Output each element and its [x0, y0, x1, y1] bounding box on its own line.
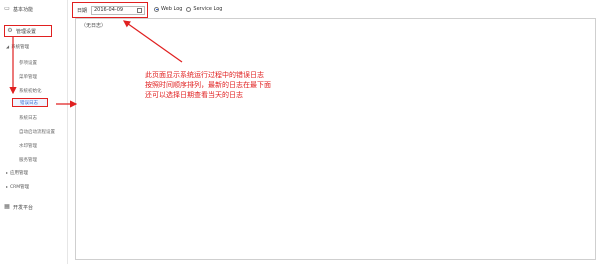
caret-down-icon: ◢: [6, 44, 10, 49]
sidebar-item-system-log[interactable]: 系统日志: [19, 113, 37, 122]
date-value: 2016-04-09: [94, 7, 124, 13]
annotation-text: 此页面显示系统运行过程中的错误日志 按照时间顺序排列，最新的日志在最下面 还可以…: [145, 70, 271, 100]
sidebar-item-label: 系统日志: [19, 115, 37, 121]
sidebar-section-basic[interactable]: ▭ 基本功能: [4, 3, 33, 15]
sidebar-item-auto-flow[interactable]: 自动启动流程设置: [19, 127, 55, 136]
sidebar-item-label: 错误日志: [20, 100, 38, 106]
grid-icon: ▦: [4, 203, 10, 210]
caret-right-icon: ▸: [6, 184, 9, 189]
sidebar-item-label: 菜单管理: [19, 74, 37, 80]
sidebar-group-label: CRM管理: [10, 184, 30, 190]
annotation-line: 按照时间顺序排列，最新的日志在最下面: [145, 81, 271, 89]
home-icon: ▭: [4, 5, 10, 12]
sidebar-group-label: 系统管理: [11, 44, 30, 50]
gear-icon: ⚙: [7, 27, 13, 34]
sidebar-section-manage[interactable]: ⚙ 管理设置: [4, 25, 52, 37]
web-log-radio[interactable]: [154, 6, 159, 12]
sidebar-group-crm[interactable]: ▸ CRM管理: [6, 182, 29, 191]
service-log-label[interactable]: Service Log: [193, 6, 222, 12]
sidebar-item-label: 自动启动流程设置: [19, 129, 55, 135]
sidebar-item-service[interactable]: 服务管理: [19, 155, 37, 164]
sidebar-section-dev[interactable]: ▦ 开发平台: [4, 201, 33, 213]
sidebar-item-error-log[interactable]: 错误日志: [12, 98, 48, 107]
sidebar-group-label: 应用管理: [10, 170, 29, 176]
sidebar: ▭ 基本功能 ⚙ 管理设置 ◢ 系统管理 参项设置 菜单管理 系统初始化 错误日…: [0, 0, 68, 264]
log-type-radio-group: Web Log Service Log: [154, 6, 226, 12]
sidebar-section-label: 管理设置: [16, 28, 37, 35]
date-input[interactable]: 2016-04-09: [91, 6, 145, 15]
log-panel[interactable]: （无日志）: [75, 18, 596, 260]
sidebar-item-menu[interactable]: 菜单管理: [19, 72, 37, 81]
empty-log-text: （无日志）: [81, 23, 107, 29]
service-log-radio[interactable]: [186, 6, 192, 12]
sidebar-item-label: 系统初始化: [19, 88, 42, 94]
sidebar-item-watermark[interactable]: 水印管理: [19, 141, 37, 150]
sidebar-item-init[interactable]: 系统初始化: [19, 86, 42, 95]
date-filter: 日期 2016-04-09: [72, 2, 148, 18]
sidebar-item-label: 水印管理: [19, 143, 37, 149]
web-log-label[interactable]: Web Log: [161, 6, 182, 12]
sidebar-item-label: 服务管理: [19, 157, 37, 163]
date-label: 日期: [77, 8, 88, 14]
sidebar-section-label: 基本功能: [13, 6, 34, 13]
calendar-icon[interactable]: [137, 8, 142, 13]
annotation-line: 还可以选择日期查看当天的日志: [145, 91, 243, 99]
sidebar-item-params[interactable]: 参项设置: [19, 58, 37, 67]
sidebar-group-system[interactable]: ◢ 系统管理: [6, 42, 29, 51]
sidebar-section-label: 开发平台: [13, 204, 34, 211]
annotation-line: 此页面显示系统运行过程中的错误日志: [145, 71, 264, 79]
main-content: 日期 2016-04-09 Web Log Service Log （无日志）: [69, 0, 600, 264]
caret-right-icon: ▸: [6, 170, 9, 175]
sidebar-item-label: 参项设置: [19, 60, 37, 66]
sidebar-group-apps[interactable]: ▸ 应用管理: [6, 168, 28, 177]
